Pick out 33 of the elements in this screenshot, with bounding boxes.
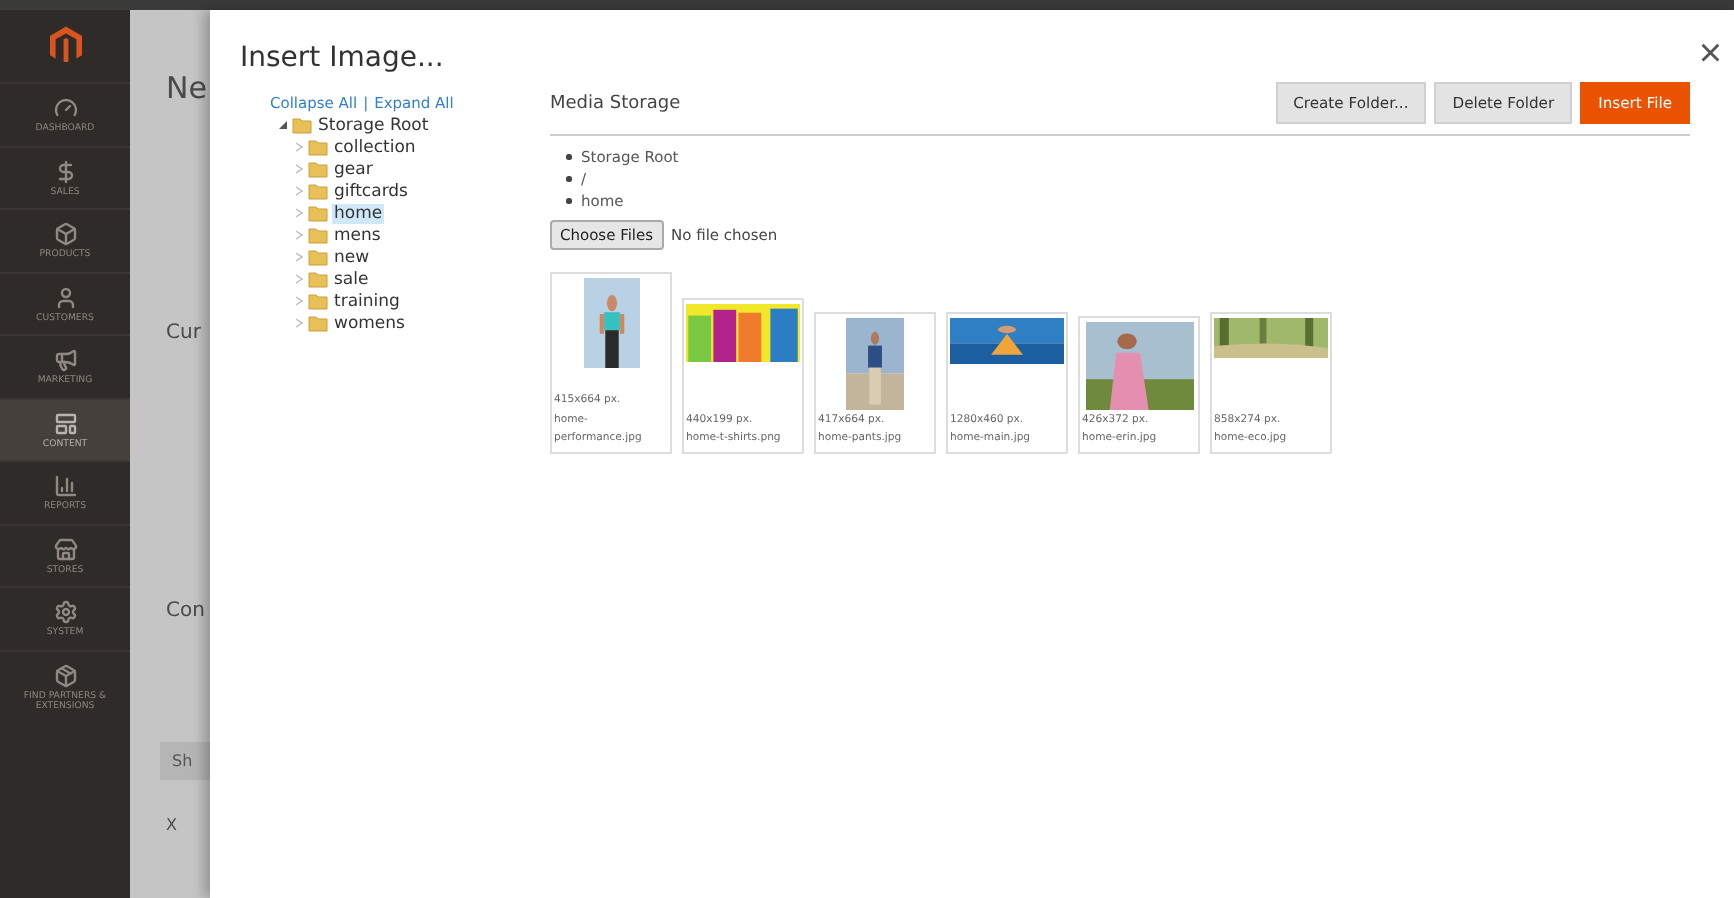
folder-label[interactable]: sale [332, 269, 371, 289]
folder-label[interactable]: gear [332, 159, 375, 179]
bullet-icon [566, 198, 571, 204]
section-title: Con [166, 600, 207, 622]
folder-label[interactable]: collection [332, 137, 418, 157]
store-icon [53, 537, 77, 561]
folder-label[interactable]: training [332, 291, 402, 311]
bullet-icon [566, 154, 571, 160]
folder-label[interactable]: home [332, 203, 385, 223]
section-title: Cur [166, 322, 203, 344]
package-icon [53, 663, 77, 687]
page-heading: Ne [166, 70, 209, 106]
box-icon [53, 222, 77, 246]
gauge-icon [53, 96, 77, 120]
close-button[interactable]: × [1698, 34, 1722, 74]
page-button[interactable]: Sh [160, 742, 210, 780]
folder-label[interactable]: new [332, 247, 372, 267]
expanded-arrow-icon[interactable] [278, 120, 288, 130]
folder-label[interactable]: giftcards [332, 181, 410, 201]
layout-icon [53, 411, 77, 435]
folder-label[interactable]: womens [332, 313, 407, 333]
bullet-icon [566, 176, 571, 182]
person-icon [53, 285, 77, 309]
folder-label[interactable]: Storage Root [316, 115, 431, 135]
folder-label[interactable]: mens [332, 225, 383, 245]
bar-chart-icon [53, 474, 77, 498]
modal-title: Insert Image... [240, 42, 444, 74]
dollar-icon [53, 159, 77, 183]
row-mark: X [166, 816, 179, 834]
megaphone-icon [53, 348, 77, 372]
settings-icon [53, 600, 77, 624]
logo-icon[interactable] [49, 26, 81, 62]
panel-heading: Media Storage [550, 93, 683, 113]
